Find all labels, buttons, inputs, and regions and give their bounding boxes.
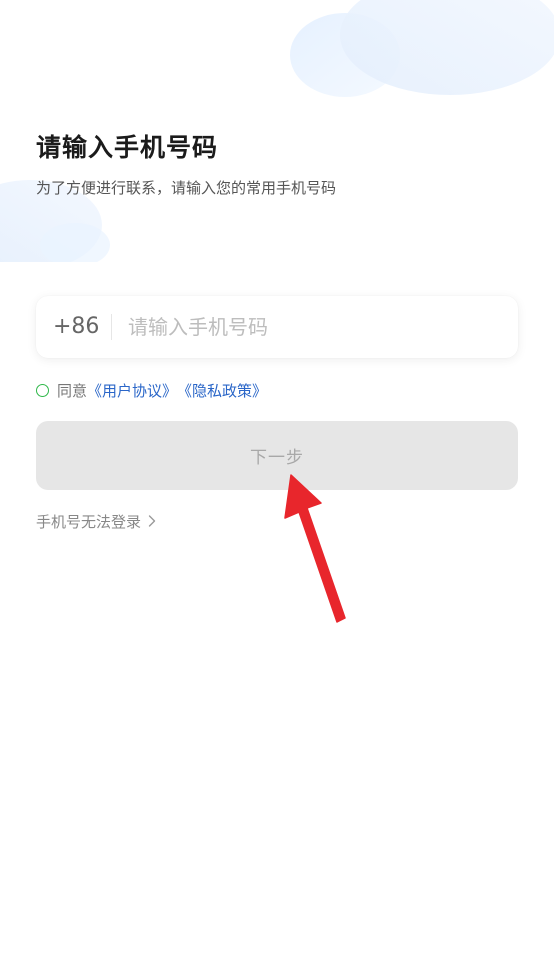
agreement-prefix: 同意 [57, 381, 88, 400]
agreement-row: 同意 《用户协议》 《隐私政策》 [36, 380, 267, 400]
chevron-right-icon [148, 515, 156, 527]
page-subtitle: 为了方便进行联系，请输入您的常用手机号码 [36, 179, 337, 197]
privacy-policy-link[interactable]: 《隐私政策》 [177, 380, 267, 401]
next-step-button[interactable]: 下一步 [36, 421, 518, 490]
radio-circle-icon[interactable] [36, 383, 49, 397]
next-step-label: 下一步 [250, 448, 304, 468]
phone-input-container: +86 [36, 296, 518, 358]
cannot-login-label: 手机号无法登录 [36, 512, 142, 531]
phone-number-input[interactable] [128, 296, 498, 358]
country-code-selector[interactable]: +86 [53, 296, 99, 358]
user-agreement-link[interactable]: 《用户协议》 [87, 380, 177, 401]
page-title: 请输入手机号码 [36, 133, 219, 162]
cannot-login-link[interactable]: 手机号无法登录 [36, 510, 159, 532]
input-divider [111, 314, 112, 340]
